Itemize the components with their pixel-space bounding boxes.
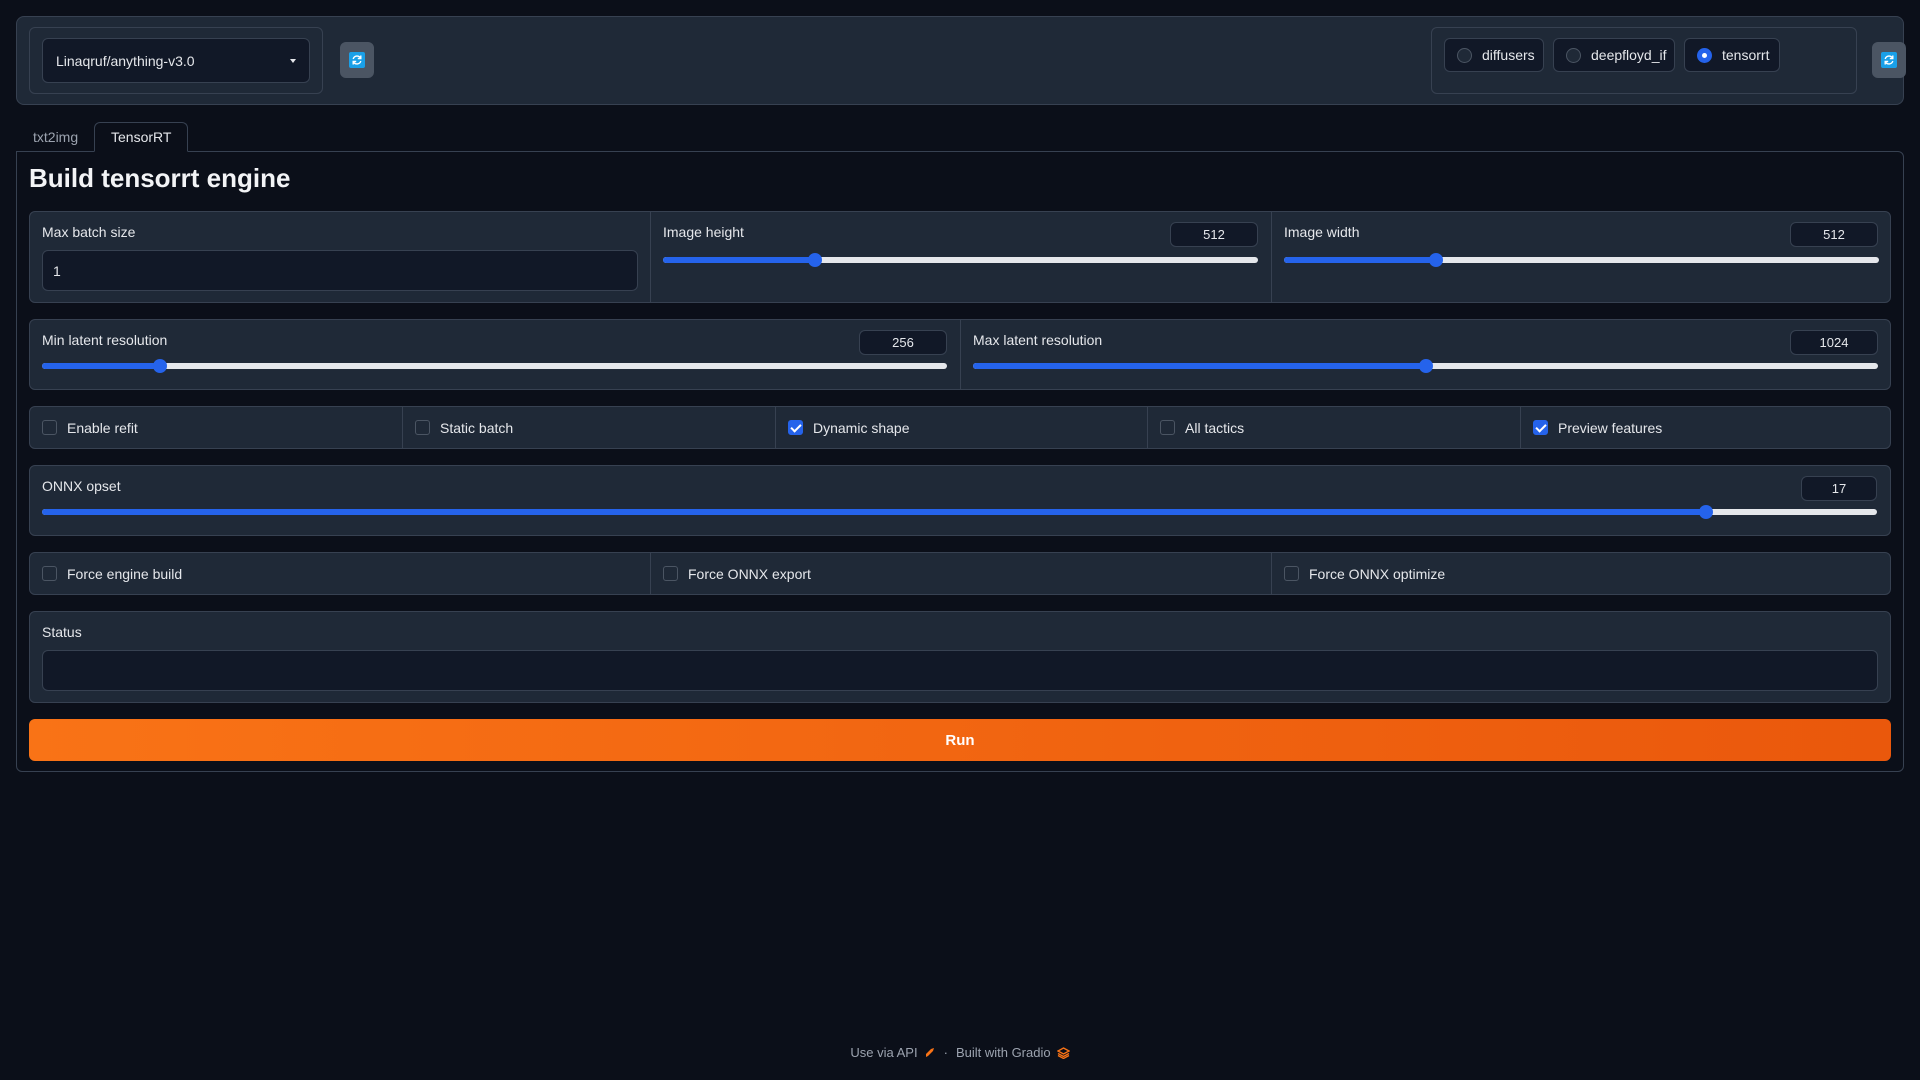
slider-fill: [663, 257, 815, 263]
checkbox-all-tactics[interactable]: All tactics: [1147, 407, 1520, 448]
rocket-icon: [925, 1047, 934, 1057]
checkbox-label: Enable refit: [67, 419, 138, 436]
engine-size-row: Max batch size 1 Image height 512 Image …: [29, 211, 1891, 303]
checkbox-force-engine-build[interactable]: Force engine build: [30, 553, 650, 594]
chevron-down-icon: [290, 58, 296, 63]
latent-resolution-row: Min latent resolution 256 Max latent res…: [29, 319, 1891, 390]
model-selector-block: Linaqruf/anything-v3.0: [29, 27, 323, 94]
min-latent-label: Min latent resolution: [42, 332, 168, 348]
use-via-api-link[interactable]: Use via API: [850, 1045, 935, 1060]
image-height-number[interactable]: 512: [1170, 222, 1258, 247]
checkbox-icon: [663, 566, 678, 581]
image-width-block: Image width 512: [1271, 212, 1891, 302]
page-title: Build tensorrt engine: [29, 163, 291, 193]
image-width-slider[interactable]: [1284, 253, 1879, 267]
force-options-row: Force engine build Force ONNX export For…: [29, 552, 1891, 595]
slider-fill: [1284, 257, 1436, 263]
status-label: Status: [42, 624, 82, 640]
max-latent-block: Max latent resolution 1024: [960, 320, 1891, 389]
refresh-backend-button[interactable]: [1872, 42, 1906, 78]
checkbox-force-onnx-export[interactable]: Force ONNX export: [650, 553, 1271, 594]
image-height-label: Image height: [663, 224, 744, 240]
checkbox-enable-refit[interactable]: Enable refit: [30, 407, 402, 448]
max-batch-size-block: Max batch size 1: [30, 212, 650, 302]
onnx-opset-block: ONNX opset 17: [29, 465, 1891, 536]
status-block: Status: [29, 611, 1891, 703]
image-height-block: Image height 512: [650, 212, 1271, 302]
built-with-gradio-link[interactable]: Built with Gradio: [956, 1045, 1070, 1060]
checkbox-label: Static batch: [440, 419, 514, 436]
built-with-label: Built with Gradio: [955, 1045, 1051, 1060]
tab-txt2img[interactable]: txt2img: [17, 122, 94, 152]
checkbox-icon: [1284, 566, 1299, 581]
backend-option-deepfloyd-if[interactable]: deepfloyd_if: [1553, 38, 1675, 72]
image-height-slider[interactable]: [663, 253, 1258, 267]
checkbox-icon: [42, 420, 57, 435]
checkbox-label: Force ONNX optimize: [1309, 565, 1446, 582]
backend-label: deepfloyd_if: [1591, 47, 1667, 63]
min-latent-slider[interactable]: [42, 359, 947, 373]
min-latent-number[interactable]: 256: [859, 330, 947, 355]
radio-icon: [1566, 47, 1581, 63]
checkbox-dynamic-shape[interactable]: Dynamic shape: [775, 407, 1147, 448]
image-width-number[interactable]: 512: [1790, 222, 1878, 247]
slider-fill: [42, 509, 1707, 515]
backend-label: tensorrt: [1722, 47, 1770, 63]
radio-icon: [1457, 47, 1472, 63]
backend-option-diffusers[interactable]: diffusers: [1444, 38, 1544, 72]
slider-handle[interactable]: [807, 253, 822, 267]
checkbox-checked-icon: [788, 420, 803, 435]
gradio-logo-icon: [1056, 1046, 1070, 1059]
checkbox-label: Force ONNX export: [688, 565, 811, 582]
tab-tensorrt[interactable]: TensorRT: [94, 122, 189, 152]
max-latent-number[interactable]: 1024: [1790, 330, 1878, 355]
top-bar: Linaqruf/anything-v3.0 diffusers deepflo…: [16, 16, 1906, 105]
backend-radio-group: diffusers deepfloyd_if tensorrt: [1431, 27, 1857, 94]
slider-handle[interactable]: [1699, 505, 1714, 519]
checkbox-label: Preview features: [1558, 419, 1663, 436]
checkbox-preview-features[interactable]: Preview features: [1520, 407, 1891, 448]
backend-option-tensorrt[interactable]: tensorrt: [1684, 38, 1780, 72]
checkbox-label: All tactics: [1185, 419, 1245, 436]
backend-label: diffusers: [1482, 47, 1535, 63]
onnx-opset-number[interactable]: 17: [1801, 476, 1877, 501]
checkbox-icon: [415, 420, 430, 435]
onnx-opset-label: ONNX opset: [42, 478, 121, 494]
radio-selected-icon: [1697, 47, 1712, 63]
max-latent-slider[interactable]: [973, 359, 1878, 373]
checkbox-icon: [1160, 420, 1175, 435]
refresh-icon: [1881, 52, 1897, 68]
max-latent-label: Max latent resolution: [973, 332, 1103, 348]
slider-handle[interactable]: [1428, 253, 1443, 267]
slider-fill: [973, 363, 1426, 369]
slider-handle[interactable]: [152, 359, 167, 373]
min-latent-block: Min latent resolution 256: [30, 320, 960, 389]
checkbox-label: Force engine build: [67, 565, 183, 582]
refresh-models-button[interactable]: [340, 42, 374, 78]
build-options-row: Enable refit Static batch Dynamic shape …: [29, 406, 1891, 449]
checkbox-icon: [42, 566, 57, 581]
checkbox-checked-icon: [1533, 420, 1548, 435]
checkbox-static-batch[interactable]: Static batch: [402, 407, 775, 448]
max-batch-size-input[interactable]: 1: [42, 250, 638, 291]
slider-handle[interactable]: [1418, 359, 1433, 373]
refresh-icon: [349, 52, 365, 68]
checkbox-label: Dynamic shape: [813, 419, 910, 436]
onnx-opset-slider[interactable]: [42, 505, 1877, 519]
run-button[interactable]: Run: [29, 719, 1891, 761]
footer: Use via API · Built with Gradio: [0, 1045, 1920, 1060]
model-dropdown-value: Linaqruf/anything-v3.0: [56, 52, 195, 69]
max-batch-size-label: Max batch size: [42, 224, 136, 240]
api-link-label: Use via API: [850, 1045, 918, 1060]
slider-fill: [42, 363, 160, 369]
model-dropdown[interactable]: Linaqruf/anything-v3.0: [42, 38, 310, 83]
checkbox-force-onnx-optimize[interactable]: Force ONNX optimize: [1271, 553, 1891, 594]
footer-separator: ·: [943, 1045, 948, 1060]
image-width-label: Image width: [1284, 224, 1360, 240]
status-output[interactable]: [42, 650, 1878, 691]
